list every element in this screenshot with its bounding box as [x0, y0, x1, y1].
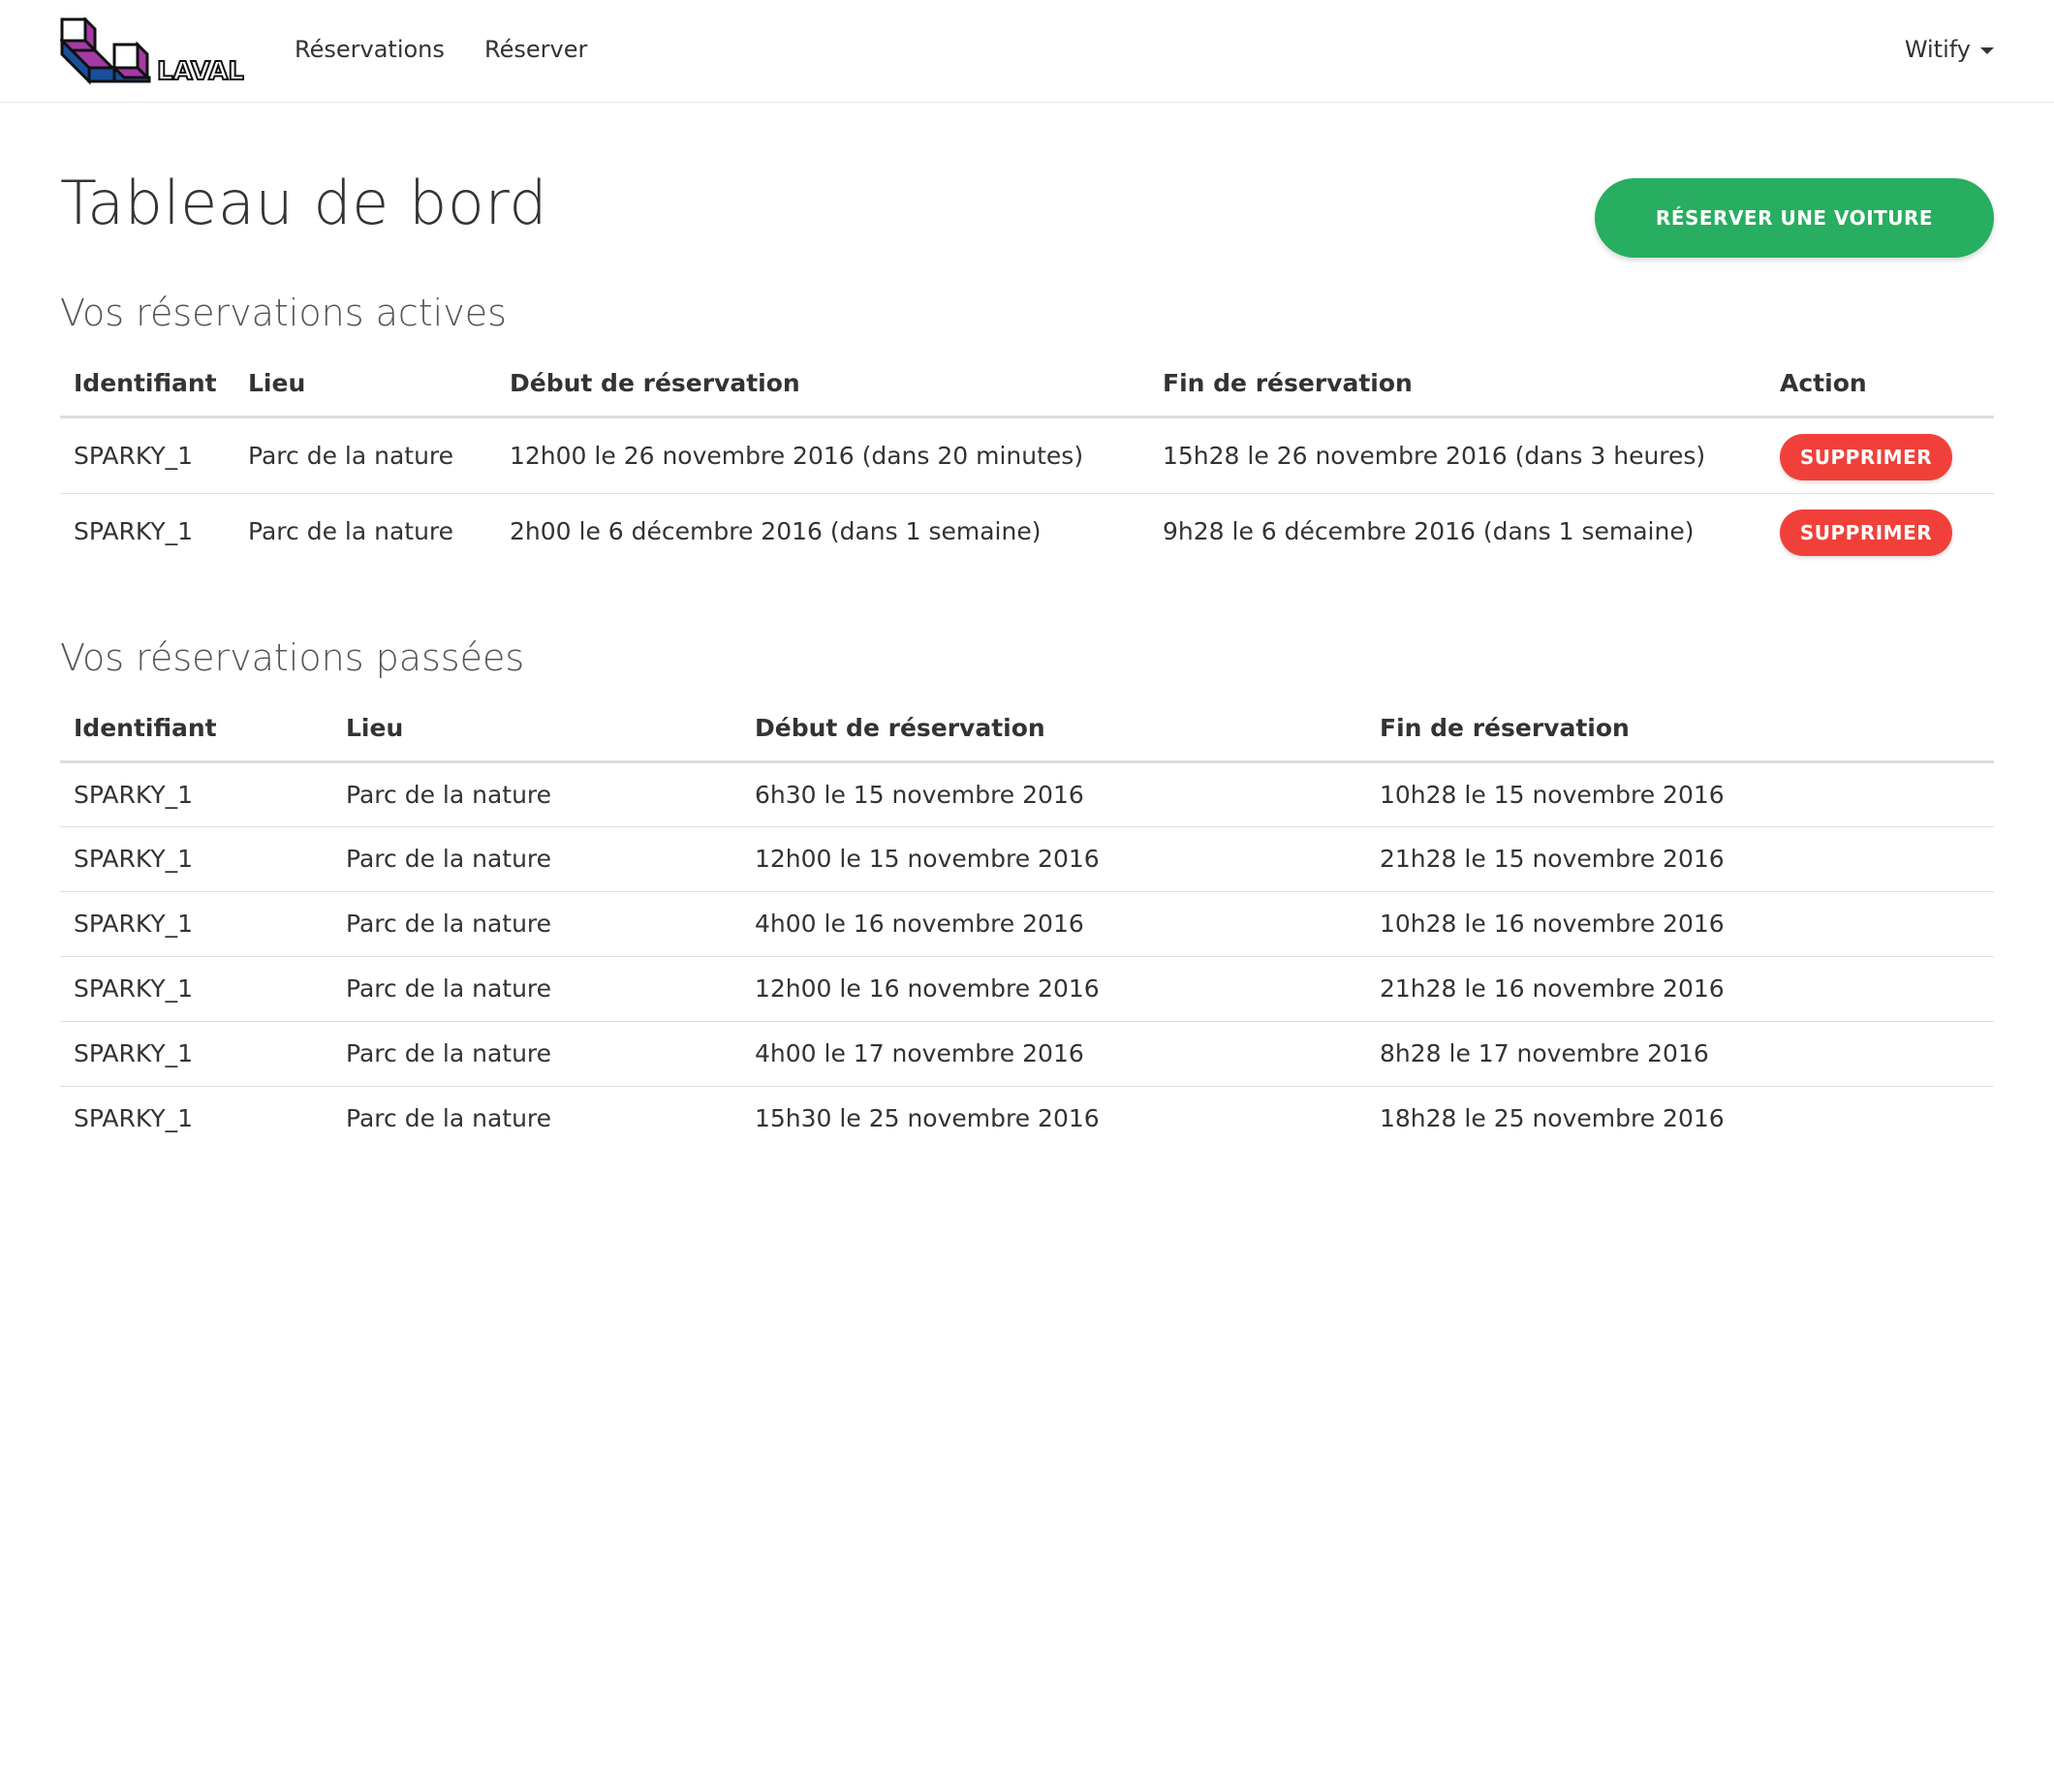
nav-link-reserver[interactable]: Réserver [484, 35, 587, 64]
cell-lieu: Parc de la nature [332, 890, 741, 956]
active-reservations-title: Vos réservations actives [60, 292, 507, 334]
cell-identifiant: SPARKY_1 [60, 1085, 332, 1151]
cell-lieu: Parc de la nature [332, 1020, 741, 1086]
cell-fin: 8h28 le 17 novembre 2016 [1366, 1020, 1994, 1086]
cell-debut: 2h00 le 6 décembre 2016 (dans 1 semaine) [496, 492, 1149, 570]
col-header-lieu: Lieu [234, 351, 496, 418]
col-header-identifiant: Identifiant [60, 695, 332, 763]
cell-lieu: Parc de la nature [234, 492, 496, 570]
cell-debut: 12h00 le 26 novembre 2016 (dans 20 minut… [510, 441, 1084, 470]
cell-action: SUPPRIMER [1766, 417, 1994, 493]
cell-fin: 15h28 le 26 novembre 2016 (dans 3 heures… [1163, 441, 1706, 470]
col-header-fin: Fin de réservation [1366, 695, 1994, 763]
top-navbar: LAVAL Réservations Réserver Witify [0, 0, 2054, 103]
col-header-debut: Début de réservation [741, 695, 1366, 763]
col-header-identifiant: Identifiant [60, 351, 234, 418]
cell-debut: 12h00 le 15 novembre 2016 [741, 825, 1366, 891]
cell-identifiant: SPARKY_1 [60, 955, 332, 1021]
cell-identifiant: SPARKY_1 [60, 1020, 332, 1086]
table-row: SPARKY_1 Parc de la nature 12h00 le 16 n… [60, 955, 1994, 1021]
table-row: SPARKY_1 Parc de la nature 4h00 le 16 no… [60, 890, 1994, 956]
col-header-fin: Fin de réservation [1149, 351, 1766, 418]
table-header-row: Identifiant Lieu Début de réservation Fi… [60, 351, 1994, 418]
cell-identifiant: SPARKY_1 [60, 492, 234, 570]
table-row: SPARKY_1 Parc de la nature 12h00 le 26 n… [60, 417, 1994, 493]
cell-lieu: Parc de la nature [332, 825, 741, 891]
reserve-car-button[interactable]: RÉSERVER UNE VOITURE [1595, 178, 1994, 258]
cell-debut: 4h00 le 17 novembre 2016 [741, 1020, 1366, 1086]
cell-fin: 10h28 le 15 novembre 2016 [1380, 780, 1725, 809]
cell-debut: 4h00 le 16 novembre 2016 [741, 890, 1366, 956]
cell-identifiant: SPARKY_1 [60, 890, 332, 956]
laval-logo[interactable]: LAVAL [58, 15, 245, 87]
cell-fin: 10h28 le 16 novembre 2016 [1366, 890, 1994, 956]
cell-lieu: Parc de la nature [248, 441, 454, 470]
cell-lieu: Parc de la nature [346, 780, 552, 809]
cell-debut: 15h30 le 25 novembre 2016 [741, 1085, 1366, 1151]
col-header-action: Action [1766, 351, 1994, 418]
active-reservations-table: Identifiant Lieu Début de réservation Fi… [60, 351, 1994, 570]
user-menu-dropdown[interactable]: Witify [1905, 35, 1994, 64]
table-row: SPARKY_1 Parc de la nature 6h30 le 15 no… [60, 761, 1994, 826]
nav-link-reservations[interactable]: Réservations [295, 35, 445, 64]
past-reservations-title: Vos réservations passées [60, 636, 525, 679]
table-header-row: Identifiant Lieu Début de réservation Fi… [60, 695, 1994, 763]
delete-reservation-button[interactable]: SUPPRIMER [1780, 509, 1952, 556]
cell-action: SUPPRIMER [1766, 492, 1994, 570]
cell-lieu: Parc de la nature [332, 955, 741, 1021]
cell-fin: 18h28 le 25 novembre 2016 [1366, 1085, 1994, 1151]
col-header-lieu: Lieu [332, 695, 741, 763]
cell-identifiant: SPARKY_1 [74, 441, 193, 470]
laval-logo-icon: LAVAL [58, 15, 245, 87]
table-row: SPARKY_1 Parc de la nature 2h00 le 6 déc… [60, 492, 1994, 570]
cell-identifiant: SPARKY_1 [60, 825, 332, 891]
page-title: Tableau de bord [60, 168, 548, 238]
chevron-down-icon [1980, 46, 1994, 54]
delete-reservation-button[interactable]: SUPPRIMER [1780, 433, 1952, 480]
cell-fin: 21h28 le 16 novembre 2016 [1366, 955, 1994, 1021]
user-name: Witify [1904, 36, 1971, 63]
table-row: SPARKY_1 Parc de la nature 15h30 le 25 n… [60, 1085, 1994, 1151]
past-reservations-table: Identifiant Lieu Début de réservation Fi… [60, 695, 1994, 1151]
col-header-debut: Début de réservation [496, 351, 1149, 418]
table-row: SPARKY_1 Parc de la nature 4h00 le 17 no… [60, 1020, 1994, 1086]
logo-wordmark: LAVAL [157, 57, 244, 85]
table-row: SPARKY_1 Parc de la nature 12h00 le 15 n… [60, 825, 1994, 891]
cell-debut: 12h00 le 16 novembre 2016 [741, 955, 1366, 1021]
cell-fin: 9h28 le 6 décembre 2016 (dans 1 semaine) [1149, 492, 1766, 570]
cell-identifiant: SPARKY_1 [74, 780, 193, 809]
cell-fin: 21h28 le 15 novembre 2016 [1366, 825, 1994, 891]
cell-lieu: Parc de la nature [332, 1085, 741, 1151]
cell-debut: 6h30 le 15 novembre 2016 [755, 780, 1084, 809]
